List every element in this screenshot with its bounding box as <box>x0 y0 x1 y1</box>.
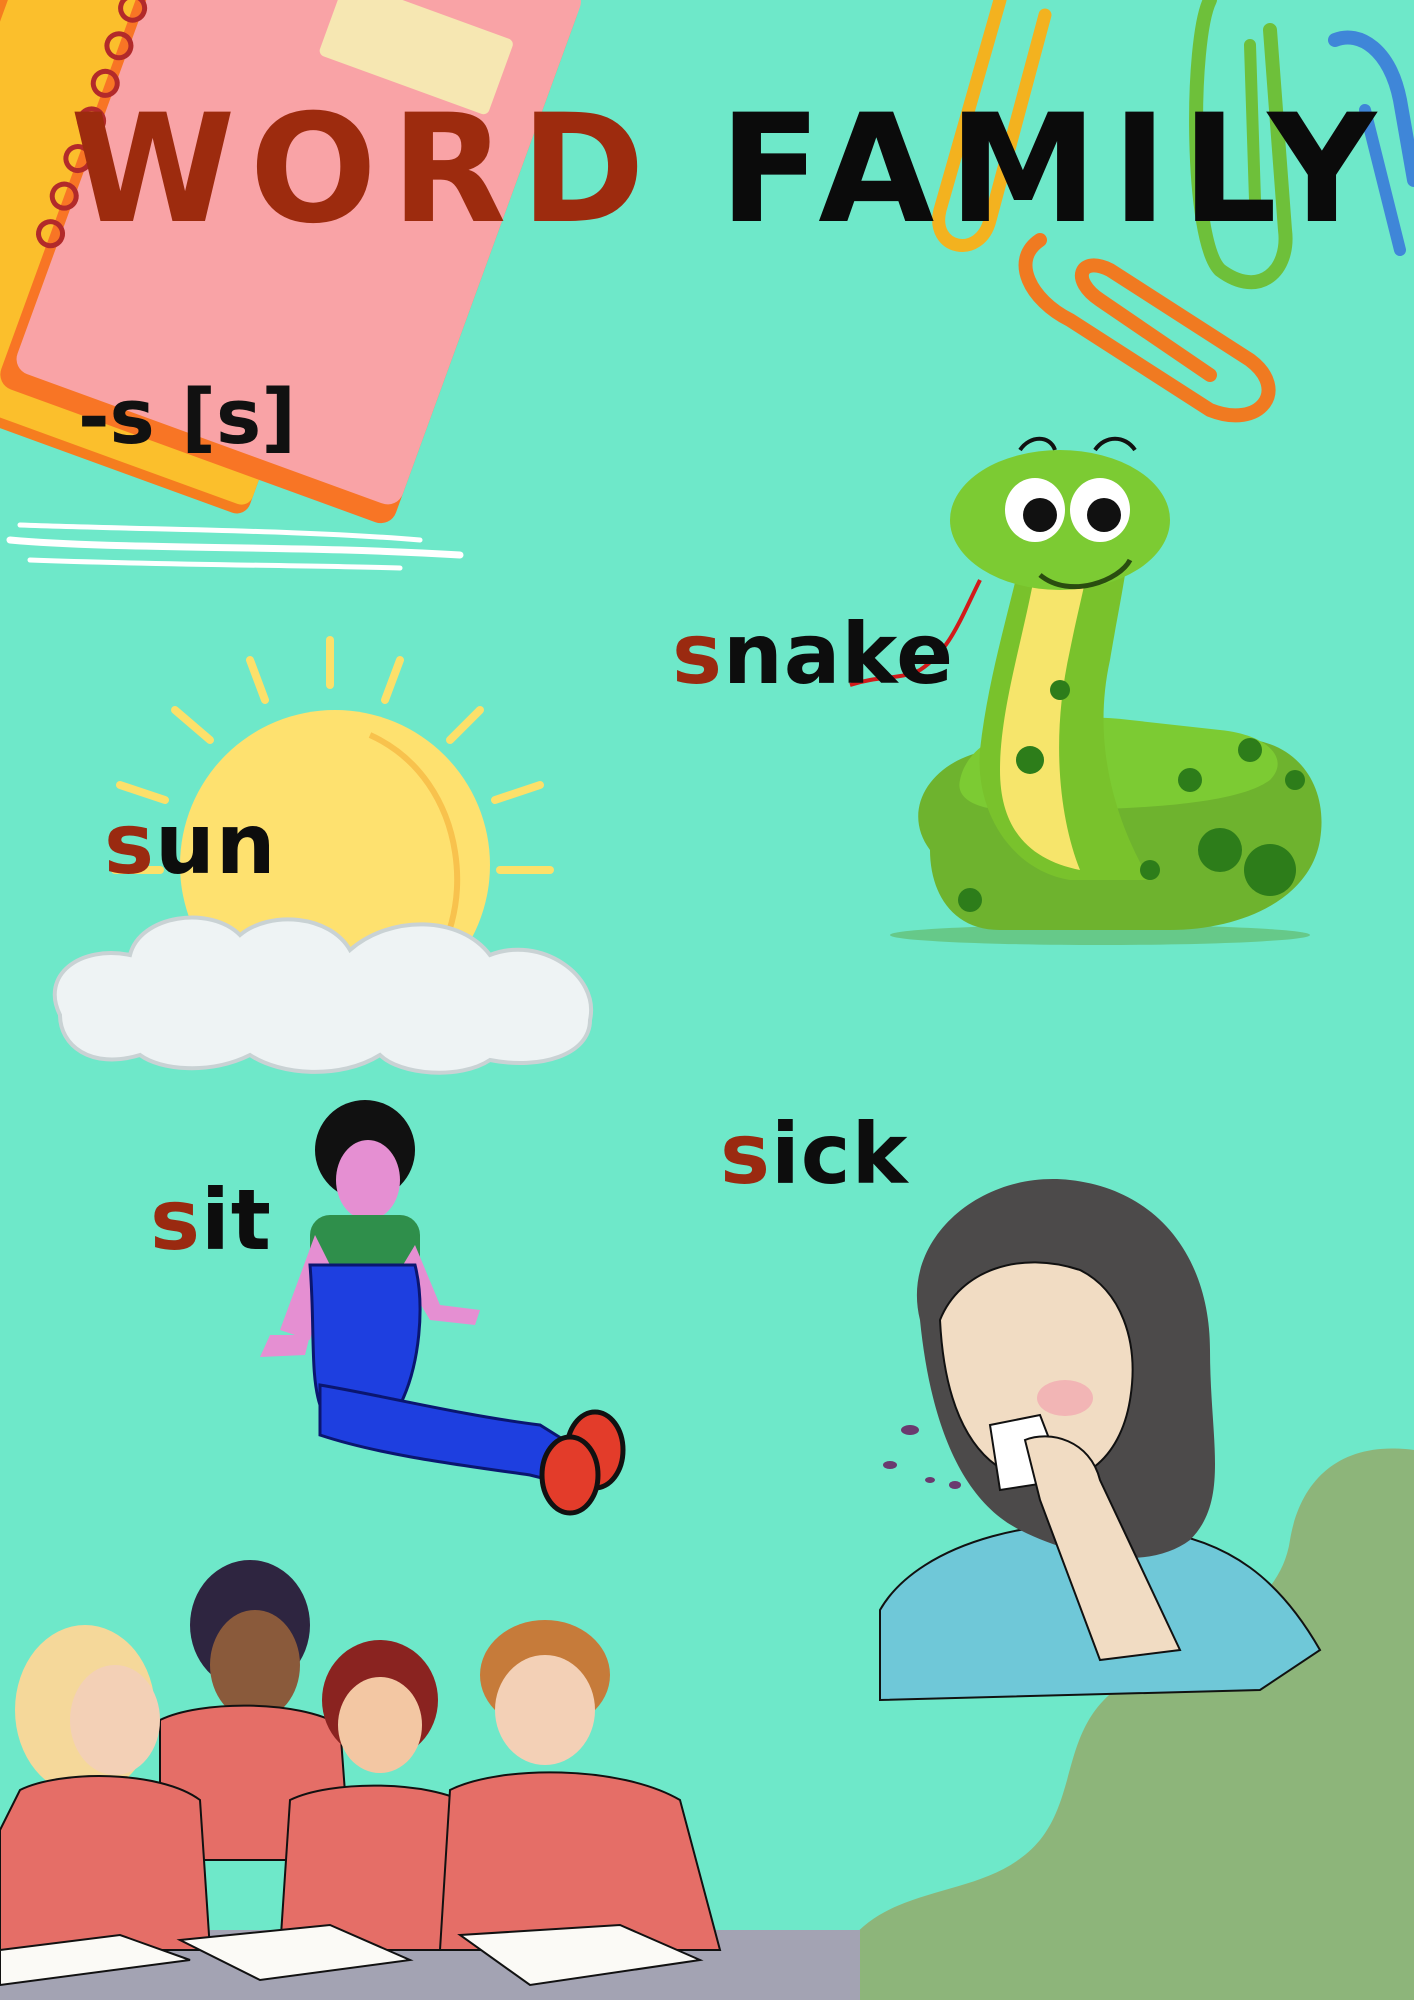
sound-rule-label: -s [s] <box>78 372 296 461</box>
poster: WORD FAMILY -s [s] snake sun sit sick <box>0 0 1414 2000</box>
word-sit-first-letter: s <box>150 1171 201 1269</box>
word-sit-rest: it <box>201 1171 272 1269</box>
word-sick-rest: ick <box>771 1105 909 1203</box>
word-sun-first-letter: s <box>104 795 155 893</box>
word-sit: sit <box>150 1178 272 1262</box>
word-sun: sun <box>104 802 277 886</box>
word-snake-rest: nake <box>723 605 955 703</box>
word-snake: snake <box>672 612 954 696</box>
word-snake-first-letter: s <box>672 605 723 703</box>
cloud-icon <box>52 915 594 1075</box>
word-sun-rest: un <box>155 795 277 893</box>
title-word-1: WORD <box>70 83 659 257</box>
title-word-2: FAMILY <box>718 83 1391 257</box>
word-sick-first-letter: s <box>720 1105 771 1203</box>
sitting-girl-icon <box>260 1100 626 1516</box>
sneezing-woman-icon <box>879 1179 1322 1702</box>
page-title: WORD FAMILY <box>70 95 1390 245</box>
word-sick: sick <box>720 1112 908 1196</box>
snake-icon <box>849 436 1322 945</box>
students-group-icon <box>0 1560 860 2000</box>
